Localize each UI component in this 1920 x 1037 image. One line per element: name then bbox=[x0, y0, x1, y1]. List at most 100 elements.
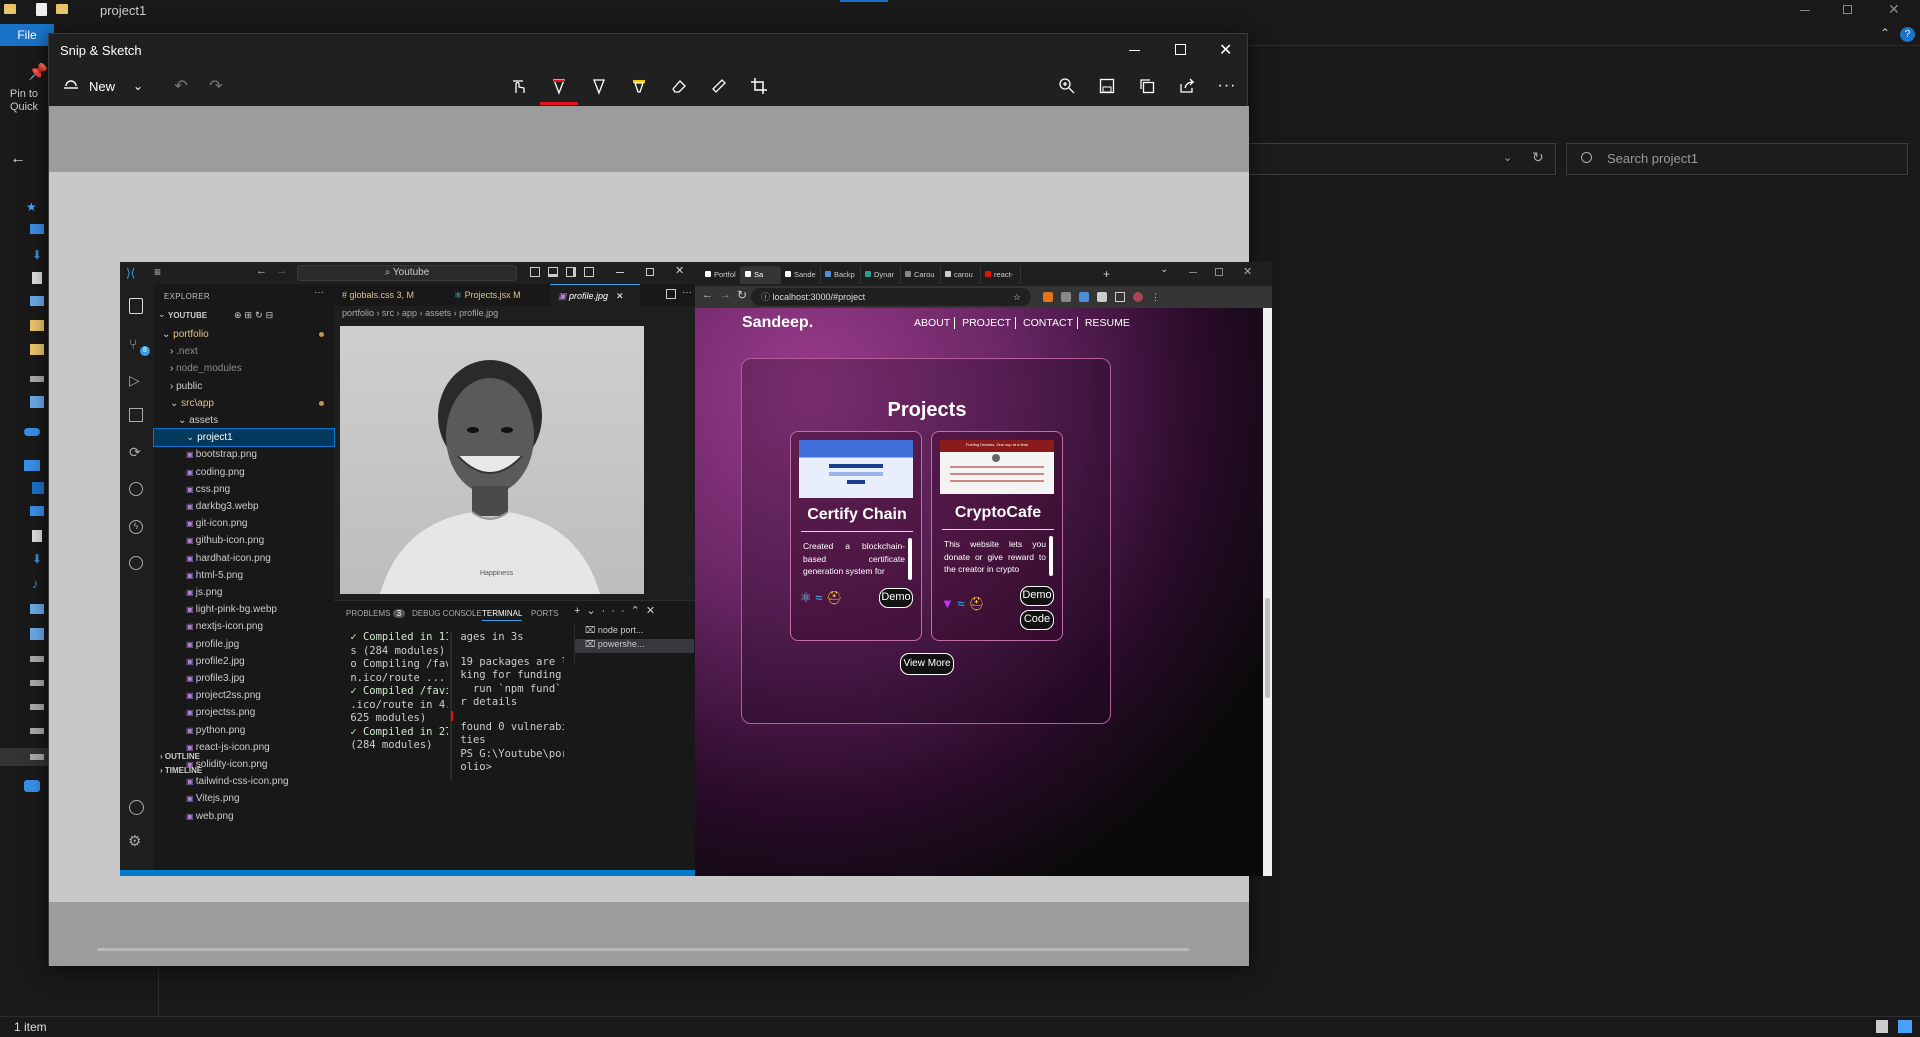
details-view-icon[interactable] bbox=[1876, 1020, 1888, 1033]
breadcrumb-item[interactable]: profile.jpg bbox=[459, 308, 498, 318]
file-tree-item[interactable]: ▣ js.png bbox=[154, 584, 334, 601]
page-scrollbar[interactable] bbox=[1263, 308, 1272, 876]
scrollbar[interactable] bbox=[908, 538, 912, 580]
new-file-icon[interactable]: ⊕⊞↻⊟ bbox=[234, 310, 276, 321]
pin-icon[interactable]: 📌 bbox=[28, 62, 48, 82]
crop-icon[interactable] bbox=[745, 72, 773, 100]
properties-icon[interactable] bbox=[36, 3, 47, 16]
close-icon[interactable]: ✕ bbox=[1888, 1, 1900, 18]
menu-icon[interactable]: ≡ bbox=[154, 265, 161, 279]
minimize-icon[interactable] bbox=[616, 272, 624, 273]
highlighter-icon[interactable] bbox=[625, 72, 653, 100]
tab-projects-jsx[interactable]: ⚛ Projects.jsx M bbox=[446, 284, 550, 306]
browser-tab[interactable]: react- bbox=[981, 266, 1021, 284]
folder-tree-item[interactable]: › .next bbox=[154, 343, 334, 360]
file-tree-item[interactable]: ▣ coding.png bbox=[154, 464, 334, 481]
file-tree-item[interactable]: ▣ darkbg3.webp bbox=[154, 498, 334, 515]
explorer-icon[interactable] bbox=[129, 298, 143, 314]
panel-actions[interactable]: +⌄···⌃✕ bbox=[574, 604, 661, 617]
folder-icon[interactable] bbox=[30, 344, 44, 355]
tab-ports[interactable]: PORTS bbox=[531, 609, 558, 618]
file-tree-item[interactable]: ▣ web.png bbox=[154, 808, 334, 825]
file-tree-item[interactable]: ▣ projectss.png bbox=[154, 704, 334, 721]
chevron-down-icon[interactable]: ⌄ bbox=[1160, 264, 1168, 275]
terminal-item[interactable]: ⌧ powershe... bbox=[575, 639, 694, 653]
maximize-icon[interactable] bbox=[1215, 268, 1223, 276]
documents-icon[interactable] bbox=[32, 530, 42, 542]
this-pc-icon[interactable] bbox=[24, 460, 40, 471]
breadcrumb-item[interactable]: src bbox=[382, 308, 394, 318]
workspace-root[interactable]: ⌄ YOUTUBE ⊕⊞↻⊟ bbox=[154, 308, 334, 324]
extension-icons[interactable]: ⋮ bbox=[1043, 292, 1253, 302]
refresh-icon[interactable]: ↻ bbox=[1532, 149, 1544, 166]
terminal-item[interactable]: ⌧ node port... bbox=[575, 625, 694, 639]
drive-icon[interactable] bbox=[30, 754, 44, 760]
lightning-icon[interactable]: ϟ bbox=[129, 520, 143, 534]
drive-icon[interactable] bbox=[30, 728, 44, 734]
view-more-button[interactable]: View More bbox=[900, 653, 954, 675]
file-tree-item[interactable]: ▣ project2ss.png bbox=[154, 687, 334, 704]
file-tree-item[interactable]: ▣ git-icon.png bbox=[154, 515, 334, 532]
folder-tree-item[interactable]: ⌄ portfolio bbox=[154, 326, 334, 343]
more-options-icon[interactable]: ··· bbox=[314, 287, 324, 298]
code-button[interactable]: Code bbox=[1020, 610, 1054, 630]
file-tree-item[interactable]: ▣ profile.jpg bbox=[154, 636, 334, 653]
forward-arrow-icon[interactable]: → bbox=[276, 265, 287, 277]
nav-about[interactable]: ABOUT bbox=[914, 317, 950, 329]
outline-section[interactable]: › OUTLINE bbox=[160, 752, 200, 761]
file-tree-item[interactable]: ▣ tailwind-css-icon.png bbox=[154, 773, 334, 790]
downloads-icon[interactable]: ⬇ bbox=[32, 248, 42, 262]
scrollbar[interactable] bbox=[1049, 536, 1053, 576]
drive-icon[interactable] bbox=[30, 680, 44, 686]
site-logo[interactable]: Sandeep. bbox=[742, 314, 813, 332]
bookmark-star-icon[interactable]: ☆ bbox=[1013, 288, 1021, 306]
tab-problems[interactable]: PROBLEMS 3 bbox=[346, 609, 406, 618]
url-bar[interactable]: ⓘ localhost:3000/#project ☆ bbox=[751, 288, 1031, 306]
demo-button[interactable]: Demo bbox=[1020, 586, 1054, 606]
folder-tree-item[interactable]: ⌄ src\app bbox=[154, 395, 334, 412]
onedrive-icon[interactable] bbox=[24, 428, 40, 436]
file-tree-item[interactable]: ▣ nextjs-icon.png bbox=[154, 618, 334, 635]
file-tree-item[interactable]: ▣ bootstrap.png bbox=[154, 446, 334, 463]
file-tree-item[interactable]: ▣ Vitejs.png bbox=[154, 790, 334, 807]
music-icon[interactable]: ♪ bbox=[32, 576, 39, 591]
save-icon[interactable] bbox=[1093, 72, 1121, 100]
restore-icon[interactable] bbox=[1843, 5, 1852, 14]
tab-profile-jpg[interactable]: ▣ profile.jpg ✕ bbox=[550, 284, 640, 306]
help-icon[interactable]: ? bbox=[1900, 27, 1915, 42]
extensions-icon[interactable] bbox=[129, 408, 143, 422]
folder-tree-item[interactable]: › node_modules bbox=[154, 360, 334, 377]
close-tab-icon[interactable]: ✕ bbox=[616, 291, 624, 301]
tab-globals-css[interactable]: # globals.css 3, M bbox=[334, 284, 446, 306]
new-snip-button[interactable]: New ⌄ bbox=[59, 72, 171, 100]
eraser-icon[interactable] bbox=[665, 72, 693, 100]
drive-icon[interactable] bbox=[30, 656, 44, 662]
browser-tab[interactable]: Carou bbox=[901, 266, 941, 284]
breadcrumb-item[interactable]: app bbox=[402, 308, 417, 318]
browser-tab[interactable]: Sande bbox=[781, 266, 821, 284]
nav-project[interactable]: PROJECT bbox=[962, 317, 1011, 329]
zoom-icon[interactable] bbox=[1053, 72, 1081, 100]
browser-tab[interactable]: carou bbox=[941, 266, 981, 284]
split-editor-icon[interactable] bbox=[666, 289, 676, 299]
file-tree-item[interactable]: ▣ github-icon.png bbox=[154, 532, 334, 549]
more-options-icon[interactable]: ··· bbox=[682, 287, 692, 298]
file-tree-item[interactable]: ▣ hardhat-icon.png bbox=[154, 550, 334, 567]
drive-icon[interactable] bbox=[30, 376, 44, 382]
pin-to-quick-access[interactable]: Pin to Quick access bbox=[0, 88, 48, 116]
ruler-icon[interactable] bbox=[705, 72, 733, 100]
settings-sync-icon[interactable] bbox=[129, 556, 143, 570]
3d-objects-icon[interactable] bbox=[32, 482, 44, 494]
minimize-icon[interactable] bbox=[1129, 50, 1140, 51]
undo-icon[interactable]: ↶ bbox=[167, 72, 195, 100]
horizontal-scrollbar[interactable] bbox=[97, 948, 1189, 951]
file-tree-item[interactable]: ▣ css.png bbox=[154, 481, 334, 498]
maximize-icon[interactable] bbox=[1175, 44, 1186, 55]
file-tree-item[interactable]: ▣ profile2.jpg bbox=[154, 653, 334, 670]
copy-icon[interactable] bbox=[1133, 72, 1161, 100]
tiles-view-icon[interactable] bbox=[1898, 1020, 1912, 1033]
browser-tab[interactable]: Sa bbox=[741, 266, 781, 284]
downloads-icon[interactable]: ⬇ bbox=[32, 552, 42, 566]
nav-contact[interactable]: CONTACT bbox=[1023, 317, 1073, 329]
new-folder-icon[interactable] bbox=[56, 4, 68, 14]
